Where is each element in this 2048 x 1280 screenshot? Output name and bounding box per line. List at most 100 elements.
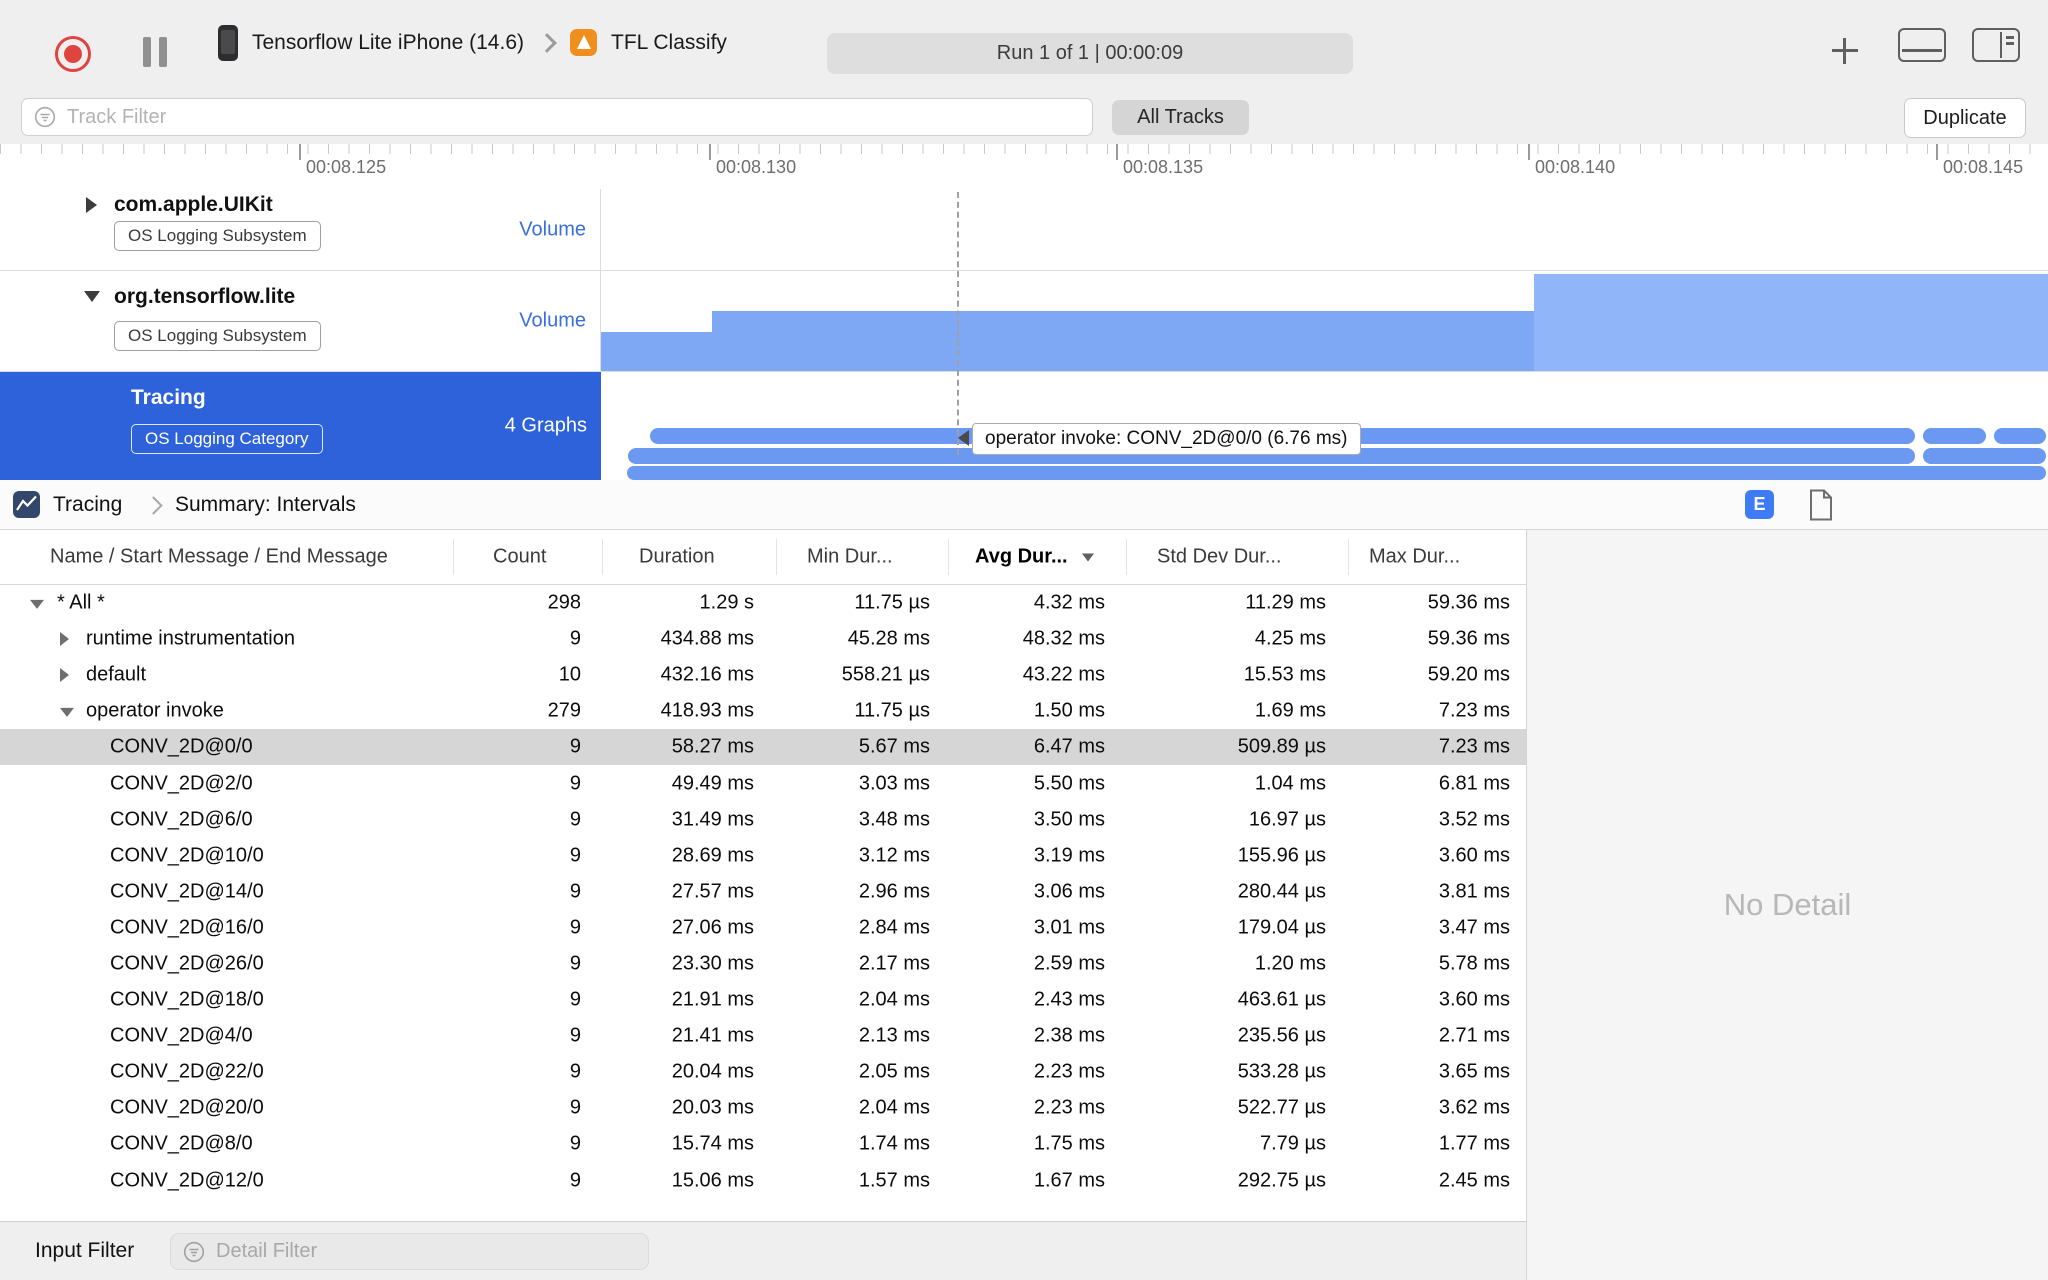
track-lane-volume-chart[interactable] — [601, 271, 2048, 371]
track-title: com.apple.UIKit — [114, 193, 273, 216]
track-lane-uikit[interactable] — [601, 189, 2048, 270]
table-row[interactable]: * All * 298 1.29 s 11.75 µs 4.32 ms 11.29 ms 5… — [0, 585, 1526, 621]
ruler-ticks — [0, 144, 2048, 154]
track-area: com.apple.UIKit OS Logging Subsystem Vol… — [0, 189, 2048, 480]
interval-pill — [1923, 448, 2046, 464]
interval-pill — [627, 466, 2046, 480]
all-tracks-button[interactable]: All Tracks — [1112, 100, 1249, 135]
cell-std: 4.25 ms — [1254, 627, 1326, 650]
record-button[interactable] — [55, 36, 91, 72]
table-row[interactable]: CONV_2D@18/0 9 21.91 ms 2.04 ms 2.43 ms 463.6… — [0, 982, 1526, 1018]
cell-max: 3.60 ms — [1438, 844, 1510, 867]
table-row[interactable]: default 10 432.16 ms 558.21 µs 43.22 ms 15.53… — [0, 657, 1526, 693]
detail-filter-field[interactable] — [170, 1233, 649, 1270]
timeline-ruler[interactable]: 00:08.125 00:08.130 00:08.135 00:08.140 00:0… — [0, 144, 2048, 190]
cell-count: 9 — [569, 1024, 581, 1047]
table-row[interactable]: CONV_2D@8/0 9 15.74 ms 1.74 ms 1.75 ms 7.79 µ… — [0, 1126, 1526, 1162]
breadcrumb-summary-intervals[interactable]: Summary: Intervals — [175, 493, 356, 517]
pause-button[interactable] — [143, 37, 167, 67]
column-separator — [1348, 539, 1349, 575]
expanded-detail-button[interactable]: E — [1745, 490, 1774, 519]
column-header-name[interactable]: Name / Start Message / End Message — [50, 546, 388, 569]
cell-std: 1.69 ms — [1254, 699, 1326, 722]
table-row[interactable]: CONV_2D@22/0 9 20.04 ms 2.05 ms 2.23 ms 533.2… — [0, 1054, 1526, 1090]
instruments-window: Tensorflow Lite iPhone (14.6) TFL Classi… — [0, 0, 2048, 1280]
track-meta-label: 4 Graphs — [504, 414, 587, 437]
cell-max: 3.65 ms — [1438, 1060, 1510, 1083]
app-label[interactable]: TFL Classify — [611, 31, 727, 55]
table-row[interactable]: operator invoke 279 418.93 ms 11.75 µs 1.50 … — [0, 693, 1526, 729]
row-name: CONV_2D@18/0 — [110, 988, 264, 1011]
cell-duration: 15.06 ms — [671, 1169, 754, 1192]
row-name: CONV_2D@6/0 — [110, 808, 253, 831]
table-row[interactable]: CONV_2D@12/0 9 15.06 ms 1.57 ms 1.67 ms 292.7… — [0, 1163, 1526, 1199]
track-header[interactable]: com.apple.UIKit OS Logging Subsystem Vol… — [0, 189, 601, 270]
cell-min: 2.05 ms — [858, 1060, 930, 1083]
column-header-max[interactable]: Max Dur... — [1369, 546, 1460, 569]
cell-count: 9 — [569, 808, 581, 831]
column-header-min[interactable]: Min Dur... — [807, 546, 893, 569]
track-org-tensorflow-lite[interactable]: org.tensorflow.lite OS Logging Subsystem… — [0, 271, 2048, 372]
table-row[interactable]: CONV_2D@10/0 9 28.69 ms 3.12 ms 3.19 ms 155.9… — [0, 838, 1526, 874]
row-name: CONV_2D@26/0 — [110, 952, 264, 975]
cell-min: 1.74 ms — [858, 1132, 930, 1155]
table-row[interactable]: CONV_2D@6/0 9 31.49 ms 3.48 ms 3.50 ms 16.97 … — [0, 802, 1526, 838]
track-lane-intervals[interactable]: operator invoke: CONV_2D@0/0 (6.76 ms) — [601, 372, 2048, 480]
column-header-stddev[interactable]: Std Dev Dur... — [1157, 546, 1282, 569]
chevron-right-icon[interactable] — [60, 632, 69, 647]
input-filter-label: Input Filter — [35, 1239, 135, 1262]
table-row[interactable]: CONV_2D@20/0 9 20.03 ms 2.04 ms 2.23 ms 522.7… — [0, 1090, 1526, 1126]
cell-duration: 27.57 ms — [671, 880, 754, 903]
track-filter-field[interactable] — [21, 98, 1093, 136]
cell-min: 11.75 µs — [854, 699, 930, 722]
track-com-apple-uikit[interactable]: com.apple.UIKit OS Logging Subsystem Vol… — [0, 189, 2048, 271]
interval-pill — [1923, 428, 1986, 444]
breadcrumb-tracing[interactable]: Tracing — [53, 493, 122, 517]
column-header-count[interactable]: Count — [493, 546, 546, 569]
target-selector[interactable]: Tensorflow Lite iPhone (14.6) TFL Classi… — [218, 0, 727, 85]
duplicate-button[interactable]: Duplicate — [1904, 98, 2026, 138]
chevron-right-icon[interactable] — [60, 668, 69, 683]
row-name: CONV_2D@2/0 — [110, 772, 253, 795]
column-header-duration[interactable]: Duration — [639, 546, 715, 569]
detail-panel: No Detail — [1526, 530, 2048, 1280]
cell-duration: 21.41 ms — [671, 1024, 754, 1047]
table-row[interactable]: CONV_2D@16/0 9 27.06 ms 2.84 ms 3.01 ms 179.0… — [0, 910, 1526, 946]
device-label[interactable]: Tensorflow Lite iPhone (14.6) — [252, 31, 524, 55]
toggle-right-pane-button[interactable] — [1972, 28, 2020, 62]
cell-std: 292.75 µs — [1237, 1169, 1326, 1192]
cell-std: 16.97 µs — [1248, 808, 1326, 831]
disclosure-right-icon[interactable] — [86, 197, 97, 213]
cell-avg: 2.23 ms — [1033, 1060, 1105, 1083]
all-tracks-label: All Tracks — [1137, 106, 1224, 128]
cell-max: 5.78 ms — [1438, 952, 1510, 975]
table-row[interactable]: CONV_2D@2/0 9 49.49 ms 3.03 ms 5.50 ms 1.04 m… — [0, 765, 1526, 801]
track-header[interactable]: Tracing OS Logging Category 4 Graphs — [0, 372, 601, 480]
table-row[interactable]: CONV_2D@14/0 9 27.57 ms 2.96 ms 3.06 ms 280.4… — [0, 874, 1526, 910]
chevron-down-icon[interactable] — [30, 599, 44, 609]
cell-duration: 27.06 ms — [671, 916, 754, 939]
track-filter-input[interactable] — [65, 104, 1080, 130]
cell-count: 9 — [569, 988, 581, 1011]
cell-min: 45.28 ms — [847, 627, 930, 650]
track-tracing-selected[interactable]: Tracing OS Logging Category 4 Graphs ope… — [0, 372, 2048, 480]
cell-duration: 58.27 ms — [671, 735, 754, 758]
table-row[interactable]: runtime instrumentation 9 434.88 ms 45.28 m… — [0, 621, 1526, 657]
cell-duration: 28.69 ms — [671, 844, 754, 867]
add-instrument-button[interactable] — [1832, 38, 1858, 64]
playhead-line[interactable] — [957, 192, 959, 455]
disclosure-down-icon[interactable] — [84, 291, 100, 302]
cell-avg: 43.22 ms — [1022, 663, 1105, 686]
detail-filter-input[interactable] — [214, 1239, 636, 1264]
cell-avg: 6.47 ms — [1033, 735, 1105, 758]
column-header-avg[interactable]: Avg Dur... — [975, 546, 1094, 569]
table-row[interactable]: CONV_2D@0/0 9 58.27 ms 5.67 ms 6.47 ms 509.89… — [0, 729, 1526, 766]
table-row[interactable]: CONV_2D@4/0 9 21.41 ms 2.13 ms 2.38 ms 235.56… — [0, 1018, 1526, 1054]
chevron-down-icon[interactable] — [60, 708, 74, 718]
toggle-bottom-pane-button[interactable] — [1898, 28, 1946, 62]
run-status-display: Run 1 of 1 | 00:00:09 — [827, 33, 1353, 74]
document-icon[interactable] — [1808, 489, 1834, 521]
track-header[interactable]: org.tensorflow.lite OS Logging Subsystem… — [0, 271, 601, 371]
cell-max: 7.23 ms — [1438, 699, 1510, 722]
table-row[interactable]: CONV_2D@26/0 9 23.30 ms 2.17 ms 2.59 ms 1.20 … — [0, 946, 1526, 982]
